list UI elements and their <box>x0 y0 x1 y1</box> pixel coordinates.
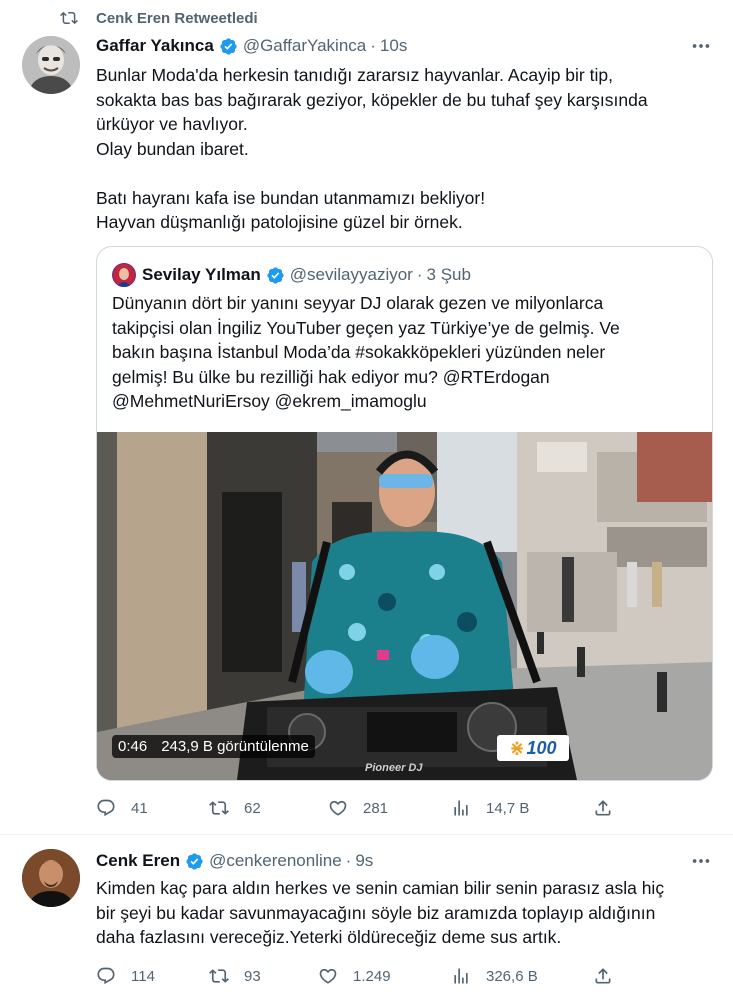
tweet1-actions: 41 62 281 14,7 B <box>96 796 716 820</box>
avatar-cenk[interactable] <box>22 849 80 907</box>
like-count: 1.249 <box>353 967 391 985</box>
retweet-icon <box>60 11 78 25</box>
tweet-line: Kimden kaç para aldın herkes ve senin ca… <box>96 878 665 898</box>
video-views: 243,9 B görüntülenme <box>161 738 309 755</box>
retweet-button[interactable]: 93 <box>209 966 261 986</box>
author-handle[interactable]: @cenkerenonline <box>209 851 342 871</box>
separator-dot: · <box>370 36 376 55</box>
author-name[interactable]: Gaffar Yakınca <box>96 36 214 56</box>
views-button[interactable]: 14,7 B <box>451 798 529 818</box>
tweet2-text: Kimden kaç para aldın herkes ve senin ca… <box>96 876 721 950</box>
retweet-button[interactable]: 62 <box>209 798 261 818</box>
tweet-time[interactable]: 10s <box>380 36 407 56</box>
author-name[interactable]: Cenk Eren <box>96 851 180 871</box>
views-button[interactable]: 326,6 B <box>451 966 538 986</box>
retweet-context[interactable]: Cenk Eren Retweetledi <box>60 8 258 28</box>
verified-badge-icon <box>267 266 284 284</box>
reply-icon <box>97 799 115 817</box>
quote-line: Dünyanın dört bir yanını seyyar DJ olara… <box>112 293 604 313</box>
separator-dot: · <box>416 265 423 284</box>
quote-author-name[interactable]: Sevilay Yılman <box>142 265 261 285</box>
share-icon <box>595 968 611 984</box>
like-button[interactable]: 281 <box>328 798 388 818</box>
quote-text: Dünyanın dört bir yanını seyyar DJ olara… <box>112 291 707 414</box>
tweet2-actions: 114 93 1.249 326,6 B <box>96 964 716 988</box>
reply-button[interactable]: 41 <box>96 798 148 818</box>
verified-badge-icon <box>186 852 203 870</box>
tweet-line: sokakta bas bas bağırarak geziyor, köpek… <box>96 89 648 110</box>
tweet-line: Olay bundan ibaret. <box>96 138 249 159</box>
watermark-text: 100 <box>526 737 557 758</box>
tweet-divider <box>0 834 733 835</box>
more-icon[interactable] <box>690 850 712 872</box>
share-icon <box>595 800 611 816</box>
like-count: 281 <box>363 799 389 817</box>
reply-button[interactable]: 114 <box>96 966 155 986</box>
retweet-count: 62 <box>244 799 261 817</box>
tweet-line: ürküyor ve havlıyor. <box>96 114 248 134</box>
tweet-line: bir şeyi bu kadar savunmayacağını söyle … <box>96 902 656 923</box>
quote-time: 3 Şub <box>426 265 471 284</box>
retweet-label: Cenk Eren Retweetledi <box>96 9 258 27</box>
watermark-logo: ⋇ 100 <box>497 735 569 761</box>
reply-icon <box>97 967 115 985</box>
views-icon <box>454 800 468 816</box>
tweet-time[interactable]: 9s <box>355 851 373 871</box>
like-button[interactable]: 1.249 <box>318 966 391 986</box>
tweet-line: Hayvan düşmanlığı patolojisine güzel bir… <box>96 212 463 232</box>
separator-dot: · <box>345 851 352 870</box>
video-duration: 0:46 <box>118 738 148 755</box>
like-icon <box>319 968 337 984</box>
retweet-count: 93 <box>244 967 261 985</box>
tweet-line: daha fazlasını vereceğiz.Yeterki öldürec… <box>96 927 562 947</box>
quote-line: takipçisi olan İngiliz YouTuber geçen ya… <box>112 317 620 338</box>
quote-line: @MehmetNuriErsoy @ekrem_imamoglu <box>112 391 427 411</box>
tweet-line: Bunlar Moda'da herkesin tanıdığı zararsı… <box>96 65 613 85</box>
share-button[interactable] <box>593 798 628 818</box>
views-icon <box>454 968 468 984</box>
tweet1-text: Bunlar Moda'da herkesin tanıdığı zararsı… <box>96 63 716 235</box>
tweet1-header: Gaffar Yakınca @GaffarYakinca · 10s <box>96 35 407 57</box>
tweet-line: Batı hayranı kafa ise bundan utanmamızı … <box>96 187 486 208</box>
video-duration-badge: 0:46 243,9 B görüntülenme <box>112 735 315 758</box>
views-count: 326,6 B <box>486 967 538 985</box>
video-player[interactable]: 0:46 243,9 B görüntülenme ⋇ 100 Pioneer D… <box>97 432 712 780</box>
avatar-gaffar[interactable] <box>22 36 80 94</box>
more-icon[interactable] <box>690 35 712 57</box>
quoted-tweet-card[interactable]: Sevilay Yılman @sevilayyaziyor · 3 Şub D… <box>96 246 713 781</box>
video-frame <box>97 432 712 780</box>
mixer-brand: Pioneer DJ <box>365 762 423 774</box>
quote-line: gelmiş! Bu ülke bu rezilliği hak ediyor … <box>112 366 550 387</box>
quote-line: bakın başına İstanbul Moda’da #sokakköpe… <box>112 342 606 362</box>
author-handle[interactable]: @GaffarYakinca <box>243 36 366 56</box>
retweet-icon <box>209 801 229 815</box>
reply-count: 114 <box>131 967 155 985</box>
quote-header: Sevilay Yılman @sevilayyaziyor · 3 Şub <box>142 264 471 286</box>
quote-avatar[interactable] <box>112 263 136 287</box>
tweet2-header: Cenk Eren @cenkerenonline · 9s <box>96 850 373 872</box>
like-icon <box>329 800 347 816</box>
quote-author-handle[interactable]: @sevilayyaziyor <box>290 265 413 285</box>
reply-count: 41 <box>131 799 148 817</box>
share-button[interactable] <box>593 966 628 986</box>
verified-badge-icon <box>220 37 237 55</box>
retweet-icon <box>209 969 229 983</box>
views-count: 14,7 B <box>486 799 530 817</box>
